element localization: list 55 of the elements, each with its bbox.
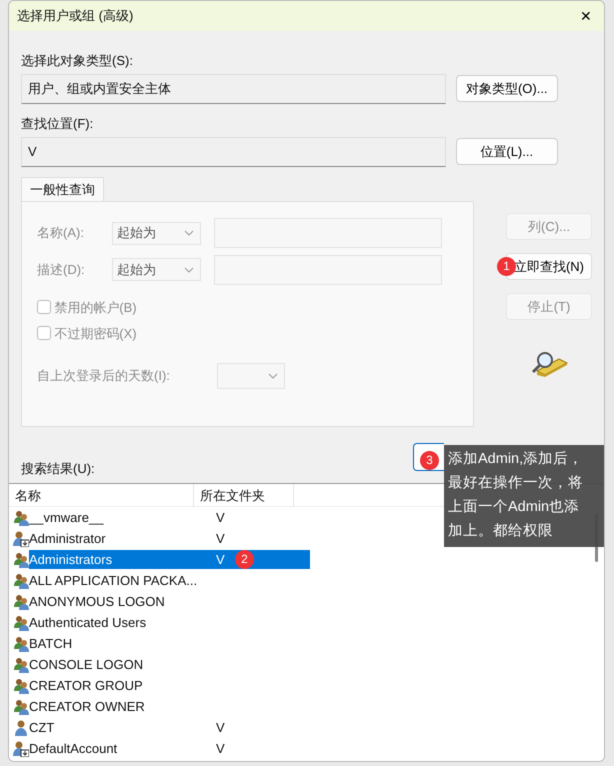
field-label: 描述(D): [37, 260, 86, 279]
list-item[interactable]: DefaultAccount [29, 739, 210, 758]
group-icon [13, 698, 29, 714]
window-title: 选择用户或组 (高级) [17, 7, 134, 26]
chevron-icon [268, 372, 278, 378]
search-icon [529, 349, 569, 379]
group-icon [13, 614, 29, 630]
chevron-icon [184, 266, 194, 272]
group-icon [13, 572, 29, 588]
field-label: 自上次登录后的天数(I): [37, 366, 171, 385]
tooltip-text: 上面一个Admin也添 [448, 498, 580, 517]
browse-button[interactable]: 对象类型(O)... [456, 75, 558, 102]
group-icon [13, 552, 29, 568]
tooltip-text: 加上。都给权限 [448, 522, 554, 541]
user-icon [13, 740, 29, 756]
tooltip-text: 最好在操作一次，将 [448, 474, 584, 493]
group-icon [13, 510, 29, 526]
field-label: 查找位置(F): [21, 114, 94, 133]
days-dropdown[interactable] [217, 362, 285, 388]
browse-button[interactable]: 位置(L)... [456, 138, 558, 165]
readonly-field: 用户、组或内置安全主体 [21, 74, 446, 104]
field-label: 选择此对象类型(S): [21, 52, 134, 70]
list-item[interactable]: CZT [29, 718, 210, 737]
list-item[interactable]: Administrator [29, 529, 210, 548]
step-badge: 1 [497, 257, 516, 276]
list-item[interactable]: ANONYMOUS LOGON [29, 592, 210, 611]
chevron-icon [184, 230, 194, 236]
checkbox-label: 禁用的帐户(B) [54, 298, 137, 317]
close-button[interactable]: ✕ [576, 6, 596, 26]
column-header[interactable]: 所在文件夹 [194, 484, 294, 506]
list-item[interactable]: CONSOLE LOGON [29, 655, 210, 674]
table-cell-text: V [215, 509, 226, 527]
user-icon [13, 720, 29, 736]
tab[interactable]: 一般性查询 [21, 176, 104, 201]
list-item[interactable]: ALL APPLICATION PACKA... [29, 571, 210, 590]
readonly-field: V [21, 136, 446, 166]
group-icon [13, 594, 29, 610]
list-item[interactable]: BATCH [29, 634, 210, 653]
list-item[interactable]: __vmware__ [29, 508, 210, 527]
table-cell-text: V [215, 719, 226, 737]
group-icon [13, 678, 29, 694]
list-item[interactable]: Authenticated Users [29, 613, 210, 632]
list-item[interactable]: CREATOR OWNER [29, 697, 210, 716]
table-cell-text: V [215, 530, 226, 548]
tooltip-text: 添加Admin,添加后， [448, 450, 584, 469]
checkbox-label: 不过期密码(X) [54, 324, 137, 343]
list-item[interactable]: CREATOR GROUP [29, 676, 210, 695]
user-icon [13, 530, 29, 546]
column-header[interactable]: 名称 [9, 484, 194, 506]
group-icon [13, 656, 29, 672]
table-cell-text: V [215, 740, 226, 758]
field-label: 名称(A): [37, 224, 85, 242]
list-item[interactable]: Administrators [29, 550, 210, 569]
group-icon [13, 636, 29, 652]
field-label: 搜索结果(U): [21, 460, 95, 478]
